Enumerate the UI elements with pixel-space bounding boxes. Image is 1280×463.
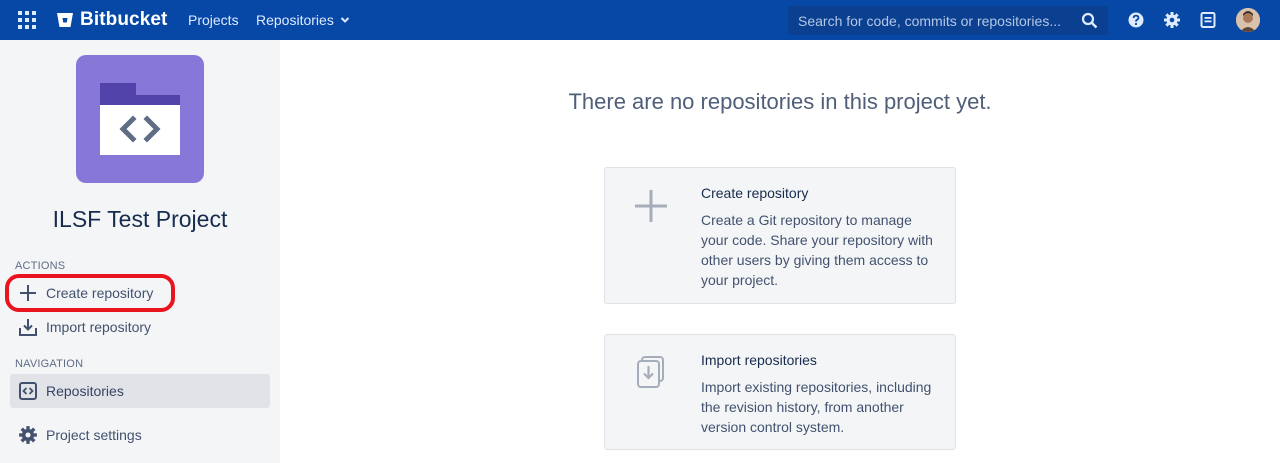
project-folder-code-icon — [100, 83, 180, 155]
project-sidebar: ILSF Test Project ACTIONS Create reposit… — [0, 40, 280, 463]
sidebar-item-repositories[interactable]: Repositories — [10, 374, 270, 408]
brand-name: Bitbucket — [80, 9, 168, 30]
plus-icon — [18, 283, 38, 303]
gear-icon[interactable] — [1163, 11, 1181, 29]
help-icon[interactable] — [1127, 11, 1145, 29]
search-input[interactable] — [798, 12, 1068, 29]
top-navigation-bar: Bitbucket Projects Repositories — [0, 0, 1280, 40]
card-title: Create repository — [701, 185, 809, 201]
apps-grid-icon[interactable] — [18, 11, 38, 31]
create-repository-card[interactable]: Create repository Create a Git repositor… — [604, 167, 956, 304]
actions-section-label: ACTIONS — [15, 260, 66, 272]
gear-icon — [18, 425, 38, 445]
bitbucket-logo[interactable]: Bitbucket — [56, 8, 167, 32]
sidebar-item-create-repository[interactable]: Create repository — [10, 276, 270, 310]
project-title: ILSF Test Project — [52, 206, 228, 232]
search-icon[interactable] — [1081, 12, 1098, 29]
chevron-down-icon — [340, 17, 350, 23]
notes-icon[interactable] — [1199, 11, 1217, 29]
plus-icon — [633, 186, 669, 226]
sidebar-item-label: Create repository — [46, 285, 154, 301]
import-stack-icon — [633, 353, 669, 393]
card-description: Create a Git repository to manage your c… — [701, 212, 933, 288]
sidebar-item-label: Project settings — [46, 427, 142, 443]
empty-state-title: There are no repositories in this projec… — [568, 89, 992, 114]
search-box[interactable] — [788, 6, 1108, 35]
bitbucket-logo-icon — [57, 13, 73, 27]
sidebar-item-label: Import repository — [46, 319, 152, 335]
sidebar-item-label: Repositories — [46, 383, 124, 399]
code-icon — [18, 381, 38, 401]
user-avatar[interactable] — [1236, 8, 1260, 32]
import-icon — [18, 317, 38, 337]
project-avatar[interactable] — [76, 55, 204, 183]
nav-projects-link[interactable]: Projects — [188, 12, 239, 28]
sidebar-item-import-repository[interactable]: Import repository — [10, 310, 270, 344]
import-repositories-card[interactable]: Import repositories Import existing repo… — [604, 334, 956, 450]
card-description: Import existing repositories, including … — [701, 379, 932, 435]
avatar-image-icon — [1236, 8, 1260, 32]
card-title: Import repositories — [701, 352, 817, 368]
nav-repositories-dropdown[interactable]: Repositories — [256, 12, 350, 28]
sidebar-item-project-settings[interactable]: Project settings — [10, 418, 270, 452]
nav-repositories-label: Repositories — [256, 12, 334, 28]
navigation-section-label: NAVIGATION — [15, 358, 84, 370]
